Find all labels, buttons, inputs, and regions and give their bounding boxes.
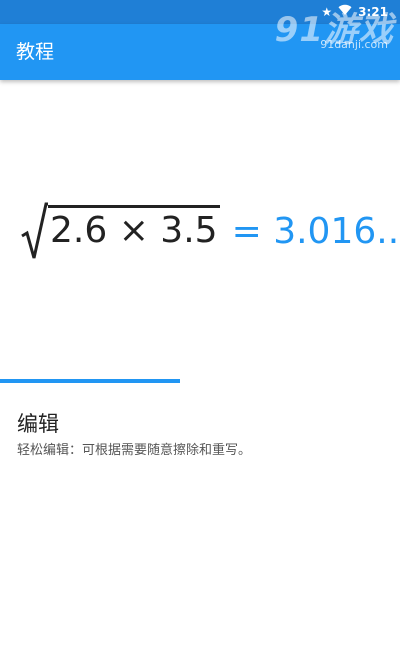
tutorial-progress-bar [0, 379, 180, 383]
app-bar: 教程 [0, 24, 400, 80]
star-icon: ★ [321, 5, 333, 19]
status-bar: ★ 3:21 [0, 0, 400, 24]
tutorial-section-description: 轻松编辑：可根据需要随意擦除和重写。 [17, 443, 252, 458]
square-root-icon [21, 202, 48, 259]
tutorial-section-title: 编辑 [17, 412, 59, 436]
equals-sign: = [231, 210, 262, 252]
result-value: 3.016... [273, 210, 400, 252]
status-time: 3:21 [358, 5, 388, 19]
wifi-icon [338, 4, 352, 20]
status-icons: ★ 3:21 [321, 4, 388, 20]
formula-radicand: 2.6 × 3.5 [48, 204, 220, 254]
page-title: 教程 [16, 41, 55, 63]
formula-result: = 3.016... [232, 211, 400, 252]
formula-display: 2.6 × 3.5 = 3.016... [20, 196, 400, 266]
